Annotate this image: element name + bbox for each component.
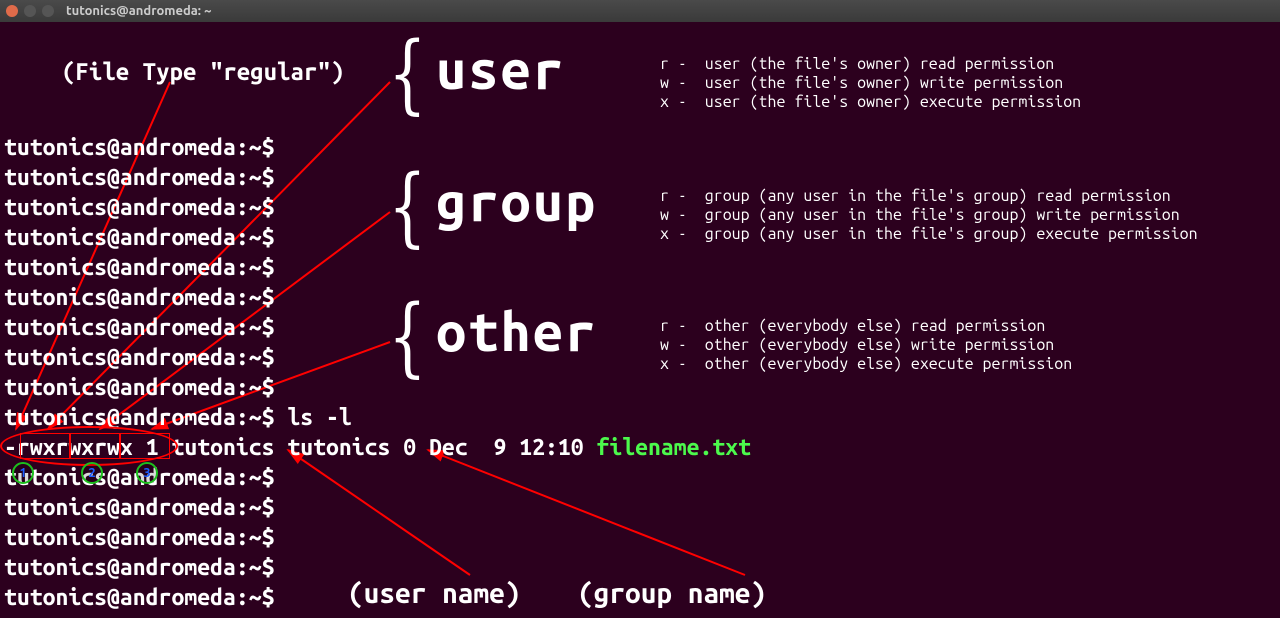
circle-2: 2 <box>81 462 103 484</box>
user-name-annotation: (user name) <box>348 578 520 609</box>
group-r-desc: r - group (any user in the file's group)… <box>660 187 1171 206</box>
perm-box-user <box>20 433 70 459</box>
file-type-annotation: (File Type "regular") <box>62 58 344 85</box>
prompt: tutonics@andromeda:~$ <box>4 373 287 403</box>
user-w-desc: w - user (the file's owner) write permis… <box>660 74 1063 93</box>
prompt: tutonics@andromeda:~$ <box>4 223 287 253</box>
perm-box-group <box>70 433 120 459</box>
other-x-desc: x - other (everybody else) execute permi… <box>660 355 1072 374</box>
prompt: tutonics@andromeda:~$ <box>4 313 287 343</box>
group-w-desc: w - group (any user in the file's group)… <box>660 206 1180 225</box>
other-r-desc: r - other (everybody else) read permissi… <box>660 317 1045 336</box>
circle-1: 1 <box>12 462 34 484</box>
section-label-group: group <box>436 172 597 232</box>
close-icon[interactable] <box>6 5 18 17</box>
prompt: tutonics@andromeda:~$ <box>4 163 287 193</box>
prompt: tutonics@andromeda:~$ <box>4 583 287 613</box>
prompt: tutonics@andromeda:~$ <box>4 523 287 553</box>
maximize-icon[interactable] <box>42 5 54 17</box>
perm-box-other <box>120 433 170 459</box>
window-titlebar: tutonics@andromeda: ~ <box>0 0 1280 22</box>
brace-icon: { <box>388 24 426 124</box>
prompt: tutonics@andromeda:~$ <box>4 343 287 373</box>
brace-icon: { <box>388 287 426 387</box>
ls-rest: 1 tutonics tutonics 0 Dec 9 12:10 <box>133 435 597 460</box>
prompt: tutonics@andromeda:~$ <box>4 283 287 313</box>
section-label-user: user <box>436 40 565 100</box>
group-name-annotation: (group name) <box>578 578 766 609</box>
user-x-desc: x - user (the file's owner) execute perm… <box>660 93 1081 112</box>
user-r-desc: r - user (the file's owner) read permiss… <box>660 55 1054 74</box>
window-title: tutonics@andromeda: ~ <box>66 4 211 18</box>
section-label-other: other <box>436 302 597 362</box>
prompt: tutonics@andromeda:~$ <box>4 133 287 163</box>
prompt: tutonics@andromeda:~$ <box>4 253 287 283</box>
prompt: tutonics@andromeda:~$ <box>4 405 287 430</box>
group-x-desc: x - group (any user in the file's group)… <box>660 225 1198 244</box>
circle-3: 3 <box>136 462 158 484</box>
command-text: ls -l <box>287 405 351 430</box>
brace-icon: { <box>388 157 426 257</box>
prompt: tutonics@andromeda:~$ <box>4 493 287 523</box>
prompt: tutonics@andromeda:~$ <box>4 553 287 583</box>
minimize-icon[interactable] <box>24 5 36 17</box>
other-w-desc: w - other (everybody else) write permiss… <box>660 336 1054 355</box>
prompt: tutonics@andromeda:~$ <box>4 193 287 223</box>
terminal-viewport[interactable]: (File Type "regular") { user { group { o… <box>0 22 1280 618</box>
filename: filename.txt <box>597 435 752 460</box>
